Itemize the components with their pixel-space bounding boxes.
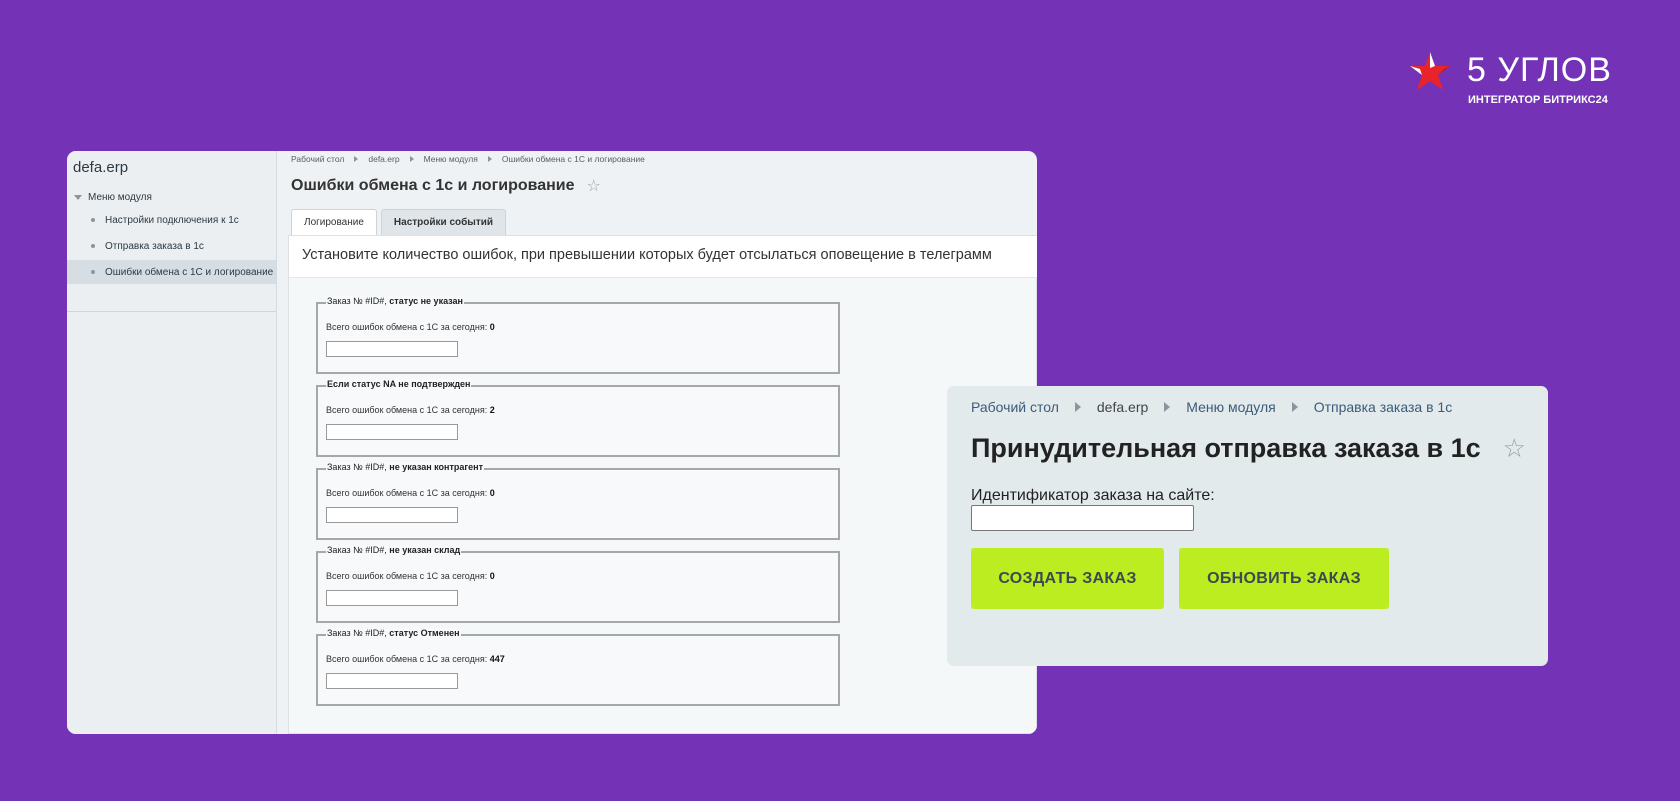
threshold-input[interactable] [326,507,458,523]
favorite-star-icon[interactable]: ☆ [1503,433,1526,464]
order-id-input[interactable] [971,505,1194,531]
threshold-input[interactable] [326,590,458,606]
error-count: 2 [489,405,495,415]
sidebar-divider [67,311,276,312]
sidebar-item-label: Ошибки обмена с 1С и логирование [105,266,274,278]
sidebar: defa.erp Меню модуля Настройки подключен… [67,151,277,734]
notice-text: Установите количество ошибок, при превыш… [289,236,1037,278]
breadcrumb-item[interactable]: Меню модуля [1186,399,1275,415]
breadcrumb-item[interactable]: Меню модуля [424,154,478,164]
page-title-row: Ошибки обмена с 1с и логирование ☆ [291,176,601,196]
forced-order-send-screenshot: Рабочий стол defa.erp Меню модуля Отправ… [947,386,1548,666]
tab-content: Установите количество ошибок, при превыш… [288,235,1037,734]
tab-logging[interactable]: Логирование [291,209,377,235]
chevron-right-icon [409,156,414,162]
logging-settings-screenshot: defa.erp Меню модуля Настройки подключен… [67,151,1037,734]
brand-subtitle: ИНТЕГРАТОР БИТРИКС24 [1468,94,1608,106]
breadcrumb-item[interactable]: defa.erp [368,154,399,164]
error-count-line: Всего ошибок обмена с 1С за сегодня: 0 [326,322,495,332]
error-group-no-warehouse: Заказ № #ID#, не указан склад Всего ошиб… [316,545,840,623]
sidebar-item-connection-settings[interactable]: Настройки подключения к 1с [67,208,276,232]
bullet-icon [91,244,95,248]
error-count: 447 [489,654,505,664]
error-group-status-missing: Заказ № #ID#, статус не указан Всего оши… [316,296,840,374]
chevron-right-icon [1164,402,1171,412]
breadcrumb-item[interactable]: Ошибки обмена с 1С и логирование [502,154,645,164]
brand-title: 5 УГЛОВ [1467,51,1612,89]
error-count: 0 [489,322,495,332]
chevron-right-icon [354,156,359,162]
threshold-input[interactable] [326,341,458,357]
error-count: 0 [489,488,495,498]
group-legend: Заказ № #ID#, не указан склад [326,545,462,555]
threshold-input[interactable] [326,424,458,440]
bullet-icon [91,218,95,222]
group-legend: Заказ № #ID#, статус не указан [326,296,464,306]
group-legend: Если статус NA не подтвержден [326,379,472,389]
tab-event-settings[interactable]: Настройки событий [380,209,507,235]
page-title: Принудительная отправка заказа в 1с [971,433,1481,463]
caret-down-icon [74,195,82,200]
breadcrumb: Рабочий стол defa.erp Меню модуля Отправ… [971,399,1452,415]
threshold-input[interactable] [326,673,458,689]
error-count-line: Всего ошибок обмена с 1С за сегодня: 0 [326,571,495,581]
chevron-right-icon [487,156,492,162]
bullet-icon [91,270,95,274]
error-group-no-counterparty: Заказ № #ID#, не указан контрагент Всего… [316,462,840,540]
create-order-button[interactable]: СОЗДАТЬ ЗАКАЗ [971,548,1164,609]
sidebar-menu-label: Меню модуля [88,192,152,203]
brand-logo: 5 УГЛОВ ИНТЕГРАТОР БИТРИКС24 [1408,50,1614,110]
sidebar-title: defa.erp [73,159,129,176]
sidebar-item-label: Настройки подключения к 1с [105,214,239,226]
breadcrumb-item[interactable]: Рабочий стол [971,399,1059,415]
page-title-row: Принудительная отправка заказа в 1с ☆ [971,433,1526,464]
error-count-line: Всего ошибок обмена с 1С за сегодня: 2 [326,405,495,415]
breadcrumb-item[interactable]: Рабочий стол [291,154,344,164]
update-order-button[interactable]: ОБНОВИТЬ ЗАКАЗ [1179,548,1389,609]
tab-bar: Логирование Настройки событий [291,209,507,235]
breadcrumb-item[interactable]: Отправка заказа в 1с [1314,399,1452,415]
group-legend: Заказ № #ID#, статус Отменен [326,628,461,638]
chevron-right-icon [1291,402,1298,412]
breadcrumb-item[interactable]: defa.erp [1097,399,1148,415]
sidebar-menu-toggle[interactable]: Меню модуля [74,192,152,203]
sidebar-item-exchange-errors[interactable]: Ошибки обмена с 1С и логирование [67,260,276,284]
error-group-cancelled: Заказ № #ID#, статус Отменен Всего ошибо… [316,628,840,706]
order-id-label: Идентификатор заказа на сайте: [971,487,1215,504]
chevron-right-icon [1074,402,1081,412]
error-group-na-unconfirmed: Если статус NA не подтвержден Всего ошиб… [316,379,840,457]
star-logo-icon [1410,52,1450,90]
sidebar-item-order-send[interactable]: Отправка заказа в 1с [67,234,276,258]
sidebar-item-label: Отправка заказа в 1с [105,240,204,252]
error-count-line: Всего ошибок обмена с 1С за сегодня: 0 [326,488,495,498]
page-title: Ошибки обмена с 1с и логирование [291,177,575,194]
error-count-line: Всего ошибок обмена с 1С за сегодня: 447 [326,654,505,664]
group-legend: Заказ № #ID#, не указан контрагент [326,462,484,472]
error-count: 0 [489,571,495,581]
main-content: Рабочий стол defa.erp Меню модуля Ошибки… [278,151,1037,734]
breadcrumb: Рабочий стол defa.erp Меню модуля Ошибки… [291,154,645,164]
favorite-star-icon[interactable]: ☆ [587,176,601,196]
